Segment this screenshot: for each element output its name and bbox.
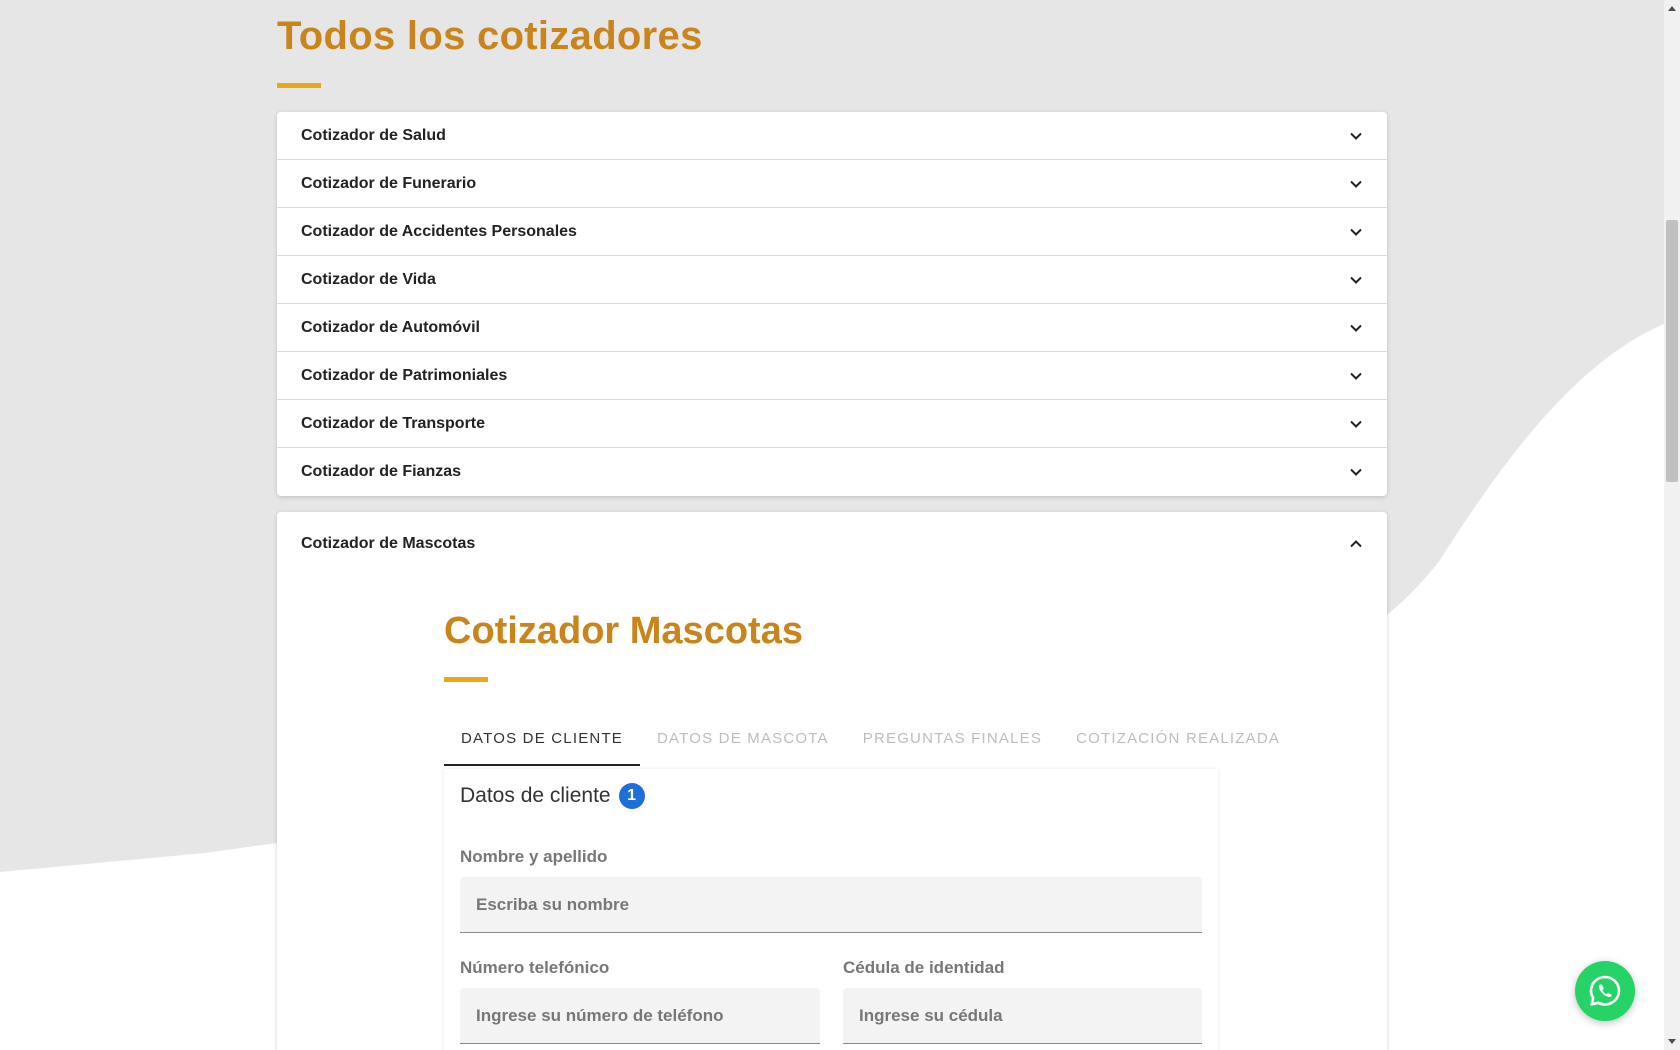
accordion-item-accidentes-personales[interactable]: Cotizador de Accidentes Personales [277,208,1387,256]
card-heading-label: Datos de cliente [460,784,611,807]
whatsapp-icon [1589,975,1621,1006]
page-scrollbar[interactable] [1664,0,1680,1050]
chevron-down-icon [1350,420,1362,428]
name-input[interactable] [460,877,1202,933]
accordion-item-salud[interactable]: Cotizador de Salud [277,112,1387,160]
chevron-down-icon [1350,372,1362,380]
accordion-item-vida[interactable]: Cotizador de Vida [277,256,1387,304]
scrollbar-thumb[interactable] [1666,220,1678,482]
chevron-down-icon [1350,180,1362,188]
accordion-item-label: Cotizador de Vida [301,270,436,288]
id-card-label: Cédula de identidad [843,958,1005,977]
chevron-up-icon [1350,540,1362,548]
accordion-item-label: Cotizador de Funerario [301,174,477,192]
accordion-item-fianzas[interactable]: Cotizador de Fianzas [277,448,1387,496]
accordion-item-label: Cotizador de Automóvil [301,318,480,336]
chevron-down-icon [1350,132,1362,140]
accordion-item-label: Cotizador de Accidentes Personales [301,222,577,240]
quoter-title: Cotizador Mascotas [444,610,803,652]
accordion-item-transporte[interactable]: Cotizador de Transporte [277,400,1387,448]
title-underline [277,83,321,88]
accordion-item-label: Cotizador de Patrimoniales [301,366,508,384]
accordion-item-mascotas[interactable]: Cotizador de Mascotas [277,512,1387,576]
accordion-panel-mascotas: Cotizador de Mascotas Cotizador Mascotas… [277,512,1387,1050]
card-heading: Datos de cliente 1 [460,783,645,809]
tab-cotizacion-realizada[interactable]: COTIZACIÓN REALIZADA [1059,719,1297,766]
accordion-item-label: Cotizador de Transporte [301,414,486,432]
client-data-card: Datos de cliente 1 Nombre y apellido Núm… [444,769,1218,1050]
quoter-accordion: Cotizador de Salud Cotizador de Funerari… [277,112,1387,496]
accordion-item-label: Cotizador de Fianzas [301,463,462,480]
quoter-title-underline [444,677,488,682]
tab-datos-de-mascota[interactable]: DATOS DE MASCOTA [640,719,846,766]
phone-label: Número telefónico [460,958,610,977]
accordion-item-funerario[interactable]: Cotizador de Funerario [277,160,1387,208]
tab-preguntas-finales[interactable]: PREGUNTAS FINALES [846,719,1059,766]
step-badge: 1 [618,783,645,809]
accordion-item-patrimoniales[interactable]: Cotizador de Patrimoniales [277,352,1387,400]
whatsapp-button[interactable] [1575,961,1635,1021]
accordion-item-label: Cotizador de Mascotas [301,535,476,552]
stepper-tabs: DATOS DE CLIENTE DATOS DE MASCOTA PREGUN… [444,719,1297,766]
page-title: Todos los cotizadores [277,14,703,58]
phone-input[interactable] [460,988,820,1044]
scroll-up-icon[interactable] [1668,6,1676,11]
id-card-input[interactable] [843,988,1202,1044]
scroll-down-icon[interactable] [1668,1039,1676,1044]
chevron-down-icon [1350,228,1362,236]
accordion-item-automovil[interactable]: Cotizador de Automóvil [277,304,1387,352]
accordion-item-label: Cotizador de Salud [301,126,446,144]
chevron-down-icon [1350,468,1362,476]
chevron-down-icon [1350,276,1362,284]
name-label: Nombre y apellido [460,847,608,866]
chevron-down-icon [1350,324,1362,332]
tab-datos-de-cliente[interactable]: DATOS DE CLIENTE [444,719,641,766]
